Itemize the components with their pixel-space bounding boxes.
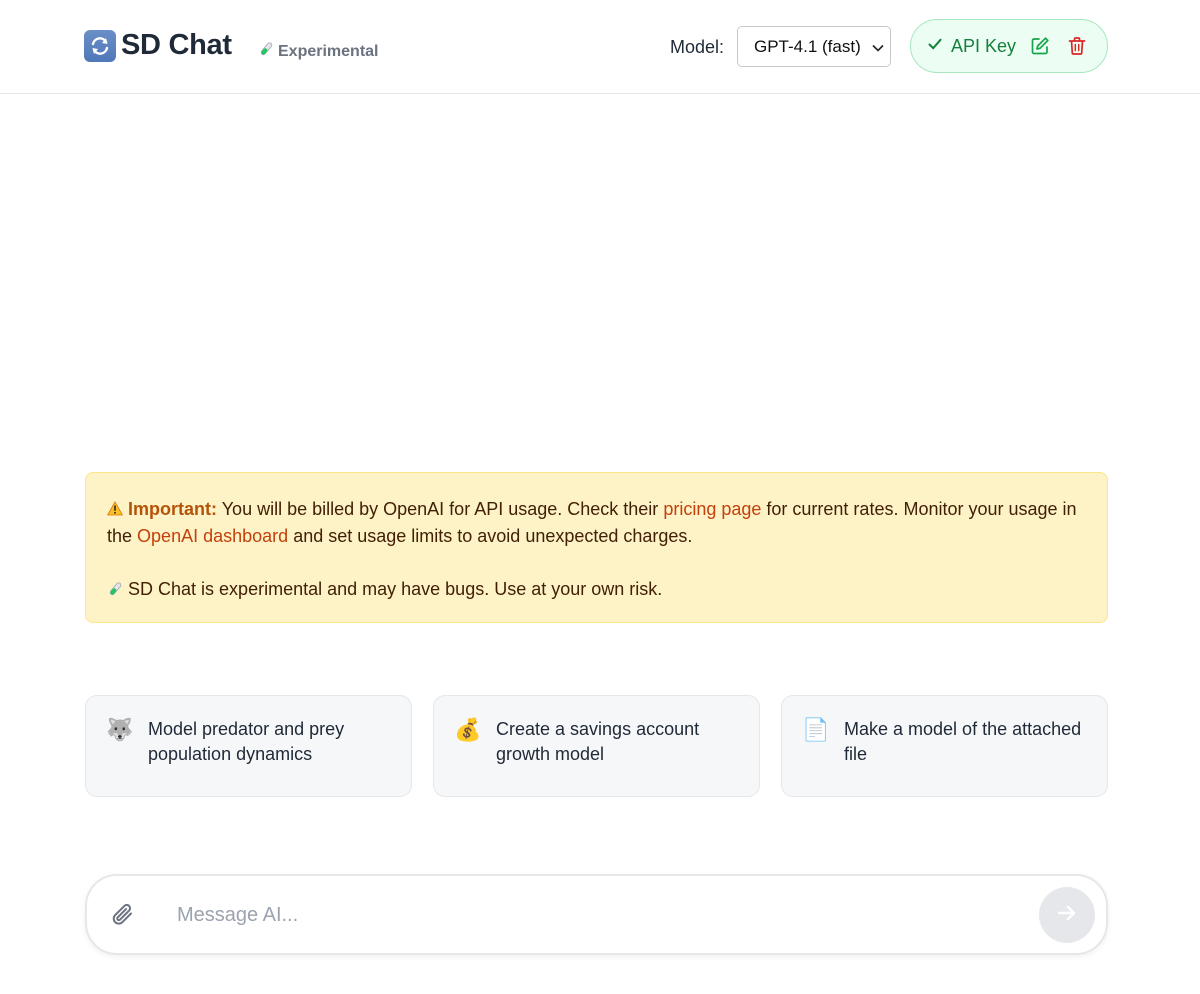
warning-text-3: and set usage limits to avoid unexpected… — [293, 526, 693, 546]
model-selected-value: GPT-4.1 (fast) — [754, 36, 860, 56]
experimental-note-text: SD Chat is experimental and may have bug… — [128, 579, 663, 599]
api-key-status: API Key — [910, 19, 1108, 73]
suggestion-label: Make a model of the attached file — [844, 719, 1082, 764]
document-icon: 📄 — [802, 717, 830, 742]
trash-icon[interactable] — [1067, 36, 1087, 61]
openai-dashboard-link[interactable]: OpenAI dashboard — [137, 526, 288, 546]
experimental-note: SD Chat is experimental and may have bug… — [107, 576, 1086, 603]
test-tube-icon — [258, 41, 274, 62]
brand[interactable]: SD Chat — [84, 29, 232, 62]
experimental-label: Experimental — [278, 42, 379, 60]
check-icon — [927, 36, 943, 57]
model-select[interactable]: GPT-4.1 (fast) — [737, 26, 891, 67]
suggestion-card-attached-file[interactable]: 📄 Make a model of the attached file — [781, 695, 1108, 797]
wolf-icon: 🐺 — [106, 717, 134, 742]
billing-warning: Important: You will be billed by OpenAI … — [85, 472, 1108, 623]
suggestion-label: Model predator and prey population dynam… — [148, 719, 345, 764]
suggestion-card-predator-prey[interactable]: 🐺 Model predator and prey population dyn… — [85, 695, 412, 797]
experimental-badge: Experimental — [258, 41, 378, 62]
model-label: Model: — [670, 37, 725, 57]
warning-icon — [107, 499, 128, 519]
app-title: SD Chat — [121, 29, 232, 61]
message-input[interactable] — [177, 896, 1017, 934]
app-header: SD Chat Experimental Model: GPT-4.1 (fas… — [0, 0, 1200, 94]
send-button[interactable] — [1039, 887, 1095, 943]
suggestion-label: Create a savings account growth model — [496, 719, 700, 764]
edit-icon[interactable] — [1030, 36, 1050, 61]
test-tube-icon — [107, 579, 128, 599]
warning-text-1: You will be billed by OpenAI for API usa… — [221, 499, 659, 519]
important-label: Important: — [128, 499, 218, 519]
arrow-right-icon — [1056, 902, 1078, 929]
chevron-down-icon — [871, 40, 885, 60]
billing-warning-text: Important: You will be billed by OpenAI … — [107, 496, 1086, 550]
money-bag-icon: 💰 — [454, 717, 482, 742]
api-key-label: API Key — [951, 35, 1017, 56]
refresh-logo-icon — [84, 29, 116, 62]
suggestion-card-savings[interactable]: 💰 Create a savings account growth model — [433, 695, 760, 797]
pricing-page-link[interactable]: pricing page — [663, 499, 761, 519]
message-composer — [85, 874, 1108, 955]
paperclip-icon[interactable] — [110, 902, 136, 933]
